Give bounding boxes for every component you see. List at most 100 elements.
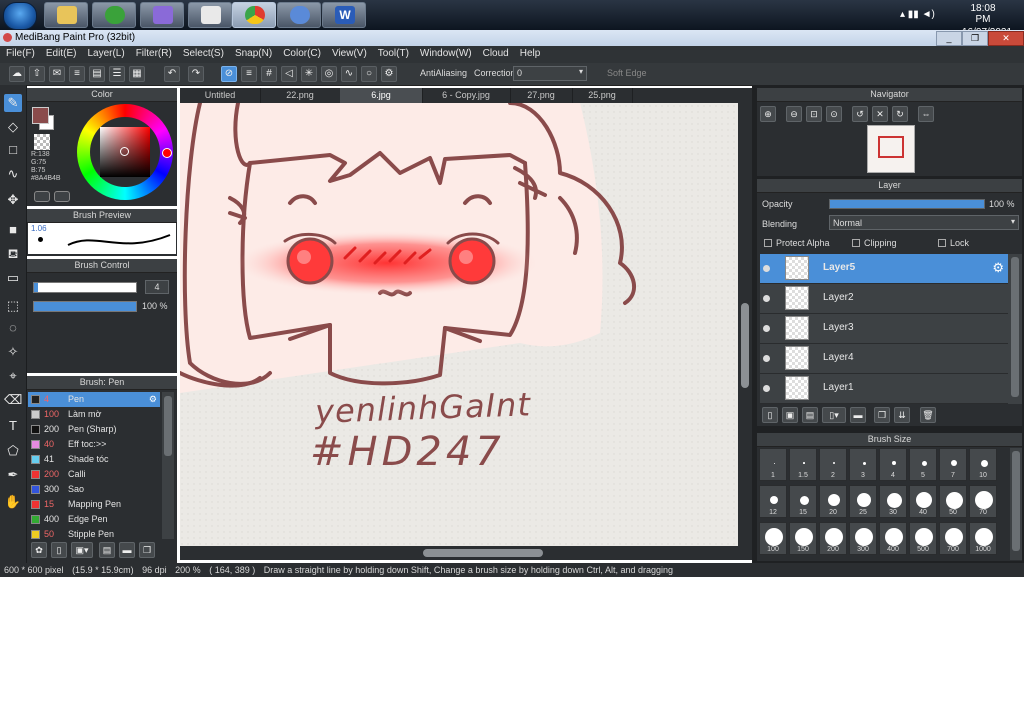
zoom-out-icon[interactable]: ⊖ (786, 106, 802, 122)
brush-size-option[interactable]: 1.5 (789, 448, 817, 481)
taskbar-qq-green[interactable] (92, 2, 136, 28)
brush-size-option[interactable]: 300 (849, 522, 877, 555)
document-tab[interactable]: 27.png (510, 88, 573, 103)
magic-wand-tool-icon[interactable]: ✧ (4, 343, 22, 361)
brush-size-option[interactable]: 4 (879, 448, 907, 481)
vanishing-point-icon[interactable]: ◁ (281, 66, 297, 82)
protect-alpha-checkbox[interactable] (764, 239, 772, 247)
actual-size-icon[interactable]: ⊙ (826, 106, 842, 122)
navigator-thumbnail[interactable] (867, 125, 915, 173)
transparent-color-swatch[interactable] (34, 134, 50, 150)
document-tab[interactable]: Untitled (180, 88, 261, 103)
crisscross-snap-icon[interactable]: # (261, 66, 277, 82)
brush-item[interactable]: 41 Shade tóc (28, 452, 160, 467)
taskbar-grid-app[interactable] (188, 2, 232, 28)
brush-size-option[interactable]: 10 (969, 448, 997, 481)
layer-visibility-icon[interactable] (763, 385, 770, 392)
close-button[interactable]: ✕ (988, 31, 1024, 46)
list-icon[interactable]: ☰ (109, 66, 125, 82)
brush-size-value[interactable]: 4 (145, 280, 169, 294)
parallel-snap-icon[interactable]: ≡ (241, 66, 257, 82)
brush-size-slider[interactable] (33, 282, 137, 293)
add-brush-icon[interactable]: ▣▾ (71, 542, 93, 558)
brush-size-option[interactable]: 25 (849, 485, 877, 518)
canvas-area[interactable]: yenlinhGaInt #HD247 (180, 103, 738, 546)
move-tool-icon[interactable]: ✥ (4, 191, 22, 209)
brush-item[interactable]: 200 Pen (Sharp) (28, 422, 160, 437)
menu-file[interactable]: File(F) (0, 46, 40, 59)
rotate-right-icon[interactable]: ↻ (892, 106, 908, 122)
select-pen-tool-icon[interactable]: ⌖ (4, 367, 22, 385)
document-tab[interactable]: 6 - Copy.jpg (422, 88, 511, 103)
new-brush-icon[interactable]: ▯ (51, 542, 67, 558)
layer-row[interactable]: Layer2 (760, 284, 1008, 314)
maximize-button[interactable]: ❐ (962, 31, 988, 46)
shape-tool-icon[interactable]: □ (4, 141, 22, 159)
new-layer-icon[interactable]: ▯ (762, 407, 778, 423)
start-button[interactable] (3, 2, 37, 30)
hue-picker-cursor[interactable] (162, 148, 172, 158)
brush-size-option[interactable]: 50 (939, 485, 967, 518)
lock-checkbox[interactable] (938, 239, 946, 247)
brush-item[interactable]: 15 Mapping Pen (28, 497, 160, 512)
fit-window-icon[interactable]: ⊡ (806, 106, 822, 122)
undo-icon[interactable]: ↶ (164, 66, 180, 82)
merge-layer-icon[interactable]: ⇊ (894, 407, 910, 423)
cloud-icon[interactable]: ☁ (9, 66, 25, 82)
brush-item[interactable]: 4 Pen ⚙ (28, 392, 160, 407)
color-history-icon[interactable] (54, 191, 70, 202)
menu-tool[interactable]: Tool(T) (372, 46, 414, 59)
rotate-left-icon[interactable]: ↺ (852, 106, 868, 122)
curve-snap-icon[interactable]: ∿ (341, 66, 357, 82)
color-picker-cursor[interactable] (120, 147, 129, 156)
menu-edit[interactable]: Edit(E) (40, 46, 82, 59)
layer-visibility-icon[interactable] (763, 355, 770, 362)
reset-rotation-icon[interactable]: ✕ (872, 106, 888, 122)
layer-visibility-icon[interactable] (763, 295, 770, 302)
eye-icon[interactable] (34, 191, 50, 202)
brush-item[interactable]: 200 Calli (28, 467, 160, 482)
menu-color[interactable]: Color(C) (277, 46, 326, 59)
clipping-checkbox[interactable] (852, 239, 860, 247)
brush-size-option[interactable]: 2 (819, 448, 847, 481)
brush-item[interactable]: 300 Sao (28, 482, 160, 497)
layer-opacity-slider[interactable] (829, 199, 985, 209)
taskbar-chrome[interactable] (232, 2, 276, 28)
menu-snap[interactable]: Snap(N) (229, 46, 277, 59)
menu-layer[interactable]: Layer(L) (81, 46, 129, 59)
brush-opacity-slider[interactable] (33, 301, 137, 312)
folder-icon[interactable]: ▬ (119, 542, 135, 558)
document-tab[interactable]: 22.png (260, 88, 341, 103)
brush-size-option[interactable]: 12 (759, 485, 787, 518)
brush-item[interactable]: 40 Eff toc:>> (28, 437, 160, 452)
menu-help[interactable]: Help (514, 46, 546, 59)
layer-visibility-icon[interactable] (763, 265, 770, 272)
delete-layer-icon[interactable]: 🗑 (920, 407, 936, 423)
brush-size-scrollbar[interactable] (1010, 448, 1022, 560)
dot-tool-icon[interactable]: ∿ (4, 165, 22, 183)
correction-select[interactable]: 0 ▾ (513, 66, 587, 81)
brush-size-option[interactable]: 700 (939, 522, 967, 555)
brush-item[interactable]: 100 Làm mờ (28, 407, 160, 422)
divide-tool-icon[interactable]: ⬠ (4, 442, 22, 460)
new-halftone-layer-icon[interactable]: ▣ (782, 407, 798, 423)
brush-size-option[interactable]: 5 (909, 448, 937, 481)
taskbar-word[interactable]: W (322, 2, 366, 28)
canvas-vertical-scrollbar[interactable] (738, 103, 752, 546)
blending-select[interactable]: Normal ▾ (829, 215, 1019, 230)
document-tab[interactable]: 6.jpg (340, 88, 423, 103)
layer-list-scrollbar[interactable] (1008, 254, 1022, 404)
radial-snap-icon[interactable]: ✳ (301, 66, 317, 82)
upload-icon[interactable]: ⇧ (29, 66, 45, 82)
canvas-horizontal-scrollbar[interactable] (180, 546, 752, 560)
brush-size-option[interactable]: 3 (849, 448, 877, 481)
menu-window[interactable]: Window(W) (414, 46, 477, 59)
document-tab[interactable]: 25.png (572, 88, 633, 103)
taskbar-explorer[interactable] (44, 2, 88, 28)
select-eraser-tool-icon[interactable]: ⌫ (4, 391, 22, 409)
brush-size-option[interactable]: 200 (819, 522, 847, 555)
brush-settings-icon[interactable]: ✿ (31, 542, 47, 558)
flip-icon[interactable]: ⇔ (918, 106, 934, 122)
add-layer-menu-icon[interactable]: ▯▾ (822, 407, 846, 423)
lasso-tool-icon[interactable]: ◌ (4, 319, 22, 337)
